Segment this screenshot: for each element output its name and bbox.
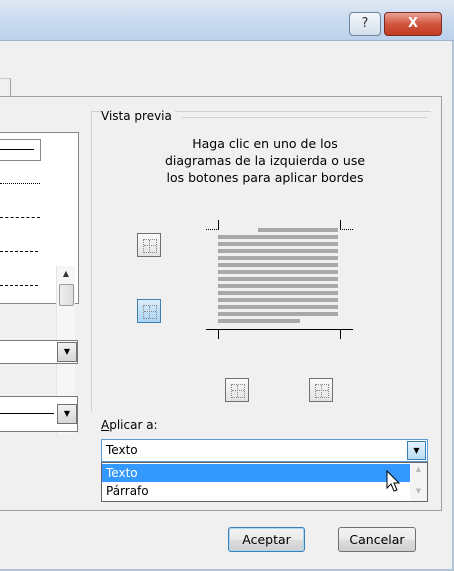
scroll-up-icon[interactable]: ▲ xyxy=(410,465,427,473)
chevron-down-icon[interactable]: ▼ xyxy=(57,342,77,362)
dropdown-scrollbar[interactable]: ▲ ▼ xyxy=(410,463,427,501)
top-border-button[interactable] xyxy=(137,233,161,257)
title-bar: ? X xyxy=(0,0,454,41)
solid-line-sample xyxy=(0,149,34,150)
apply-to-label: Aplicar a: xyxy=(101,418,158,432)
text-line xyxy=(218,249,338,253)
text-line xyxy=(218,291,338,295)
left-border-icon xyxy=(231,384,245,398)
apply-to-combo[interactable]: Texto ▼ xyxy=(101,439,428,462)
corner-mark xyxy=(206,329,219,339)
text-line xyxy=(218,270,338,274)
tab-strip[interactable] xyxy=(0,78,11,97)
color-combo[interactable]: ▼ xyxy=(0,340,78,364)
preview-document[interactable] xyxy=(206,220,353,344)
line-style-solid[interactable] xyxy=(0,139,41,161)
apply-to-value: Texto xyxy=(106,443,138,457)
cancel-button[interactable]: Cancelar xyxy=(338,527,416,552)
dropdown-option-parrafo[interactable]: Párrafo xyxy=(102,482,410,500)
chevron-down-icon[interactable]: ▼ xyxy=(57,404,77,424)
scroll-down-icon[interactable]: ▼ xyxy=(410,487,427,495)
text-line xyxy=(218,256,338,260)
text-line xyxy=(218,298,338,302)
text-line xyxy=(218,277,338,281)
line-style-dash-dot[interactable] xyxy=(0,285,38,286)
text-line xyxy=(218,263,338,267)
close-button[interactable]: X xyxy=(384,12,442,36)
text-line xyxy=(258,228,338,232)
close-icon: X xyxy=(407,16,419,31)
preview-instructions: Haga clic en uno de los diagramas de la … xyxy=(164,136,366,185)
mouse-cursor-icon xyxy=(386,470,401,492)
bottom-border-button[interactable] xyxy=(137,299,161,323)
bottom-border-icon xyxy=(143,305,157,319)
left-border-button[interactable] xyxy=(225,378,249,402)
text-line xyxy=(218,305,338,309)
line-style-dotted[interactable] xyxy=(0,183,40,184)
top-border-icon xyxy=(143,239,157,253)
text-line xyxy=(218,235,338,239)
corner-mark xyxy=(340,329,353,339)
ok-button[interactable]: Aceptar xyxy=(228,527,305,552)
width-line-sample xyxy=(0,413,54,414)
dropdown-option-texto[interactable]: Texto xyxy=(102,464,410,482)
right-border-icon xyxy=(315,384,329,398)
line-style-long-dash[interactable] xyxy=(0,251,38,252)
chevron-down-icon[interactable]: ▼ xyxy=(407,441,426,460)
help-button[interactable]: ? xyxy=(349,12,381,36)
corner-mark xyxy=(340,220,353,230)
line-style-dashed[interactable] xyxy=(0,217,40,218)
scroll-thumb[interactable] xyxy=(59,284,74,306)
text-line xyxy=(218,312,338,316)
text-line xyxy=(218,242,338,246)
width-combo[interactable]: ▼ xyxy=(0,396,78,432)
right-border-button[interactable] xyxy=(309,378,333,402)
bottom-border-line xyxy=(206,329,352,330)
scroll-up-icon[interactable]: ▲ xyxy=(57,266,75,282)
divider xyxy=(182,117,427,118)
text-line xyxy=(218,284,338,288)
help-icon: ? xyxy=(361,16,369,31)
text-line xyxy=(218,319,300,323)
corner-mark xyxy=(206,220,219,230)
preview-title: Vista previa xyxy=(101,109,175,123)
apply-to-dropdown[interactable]: Texto Párrafo ▲ ▼ xyxy=(101,462,428,502)
